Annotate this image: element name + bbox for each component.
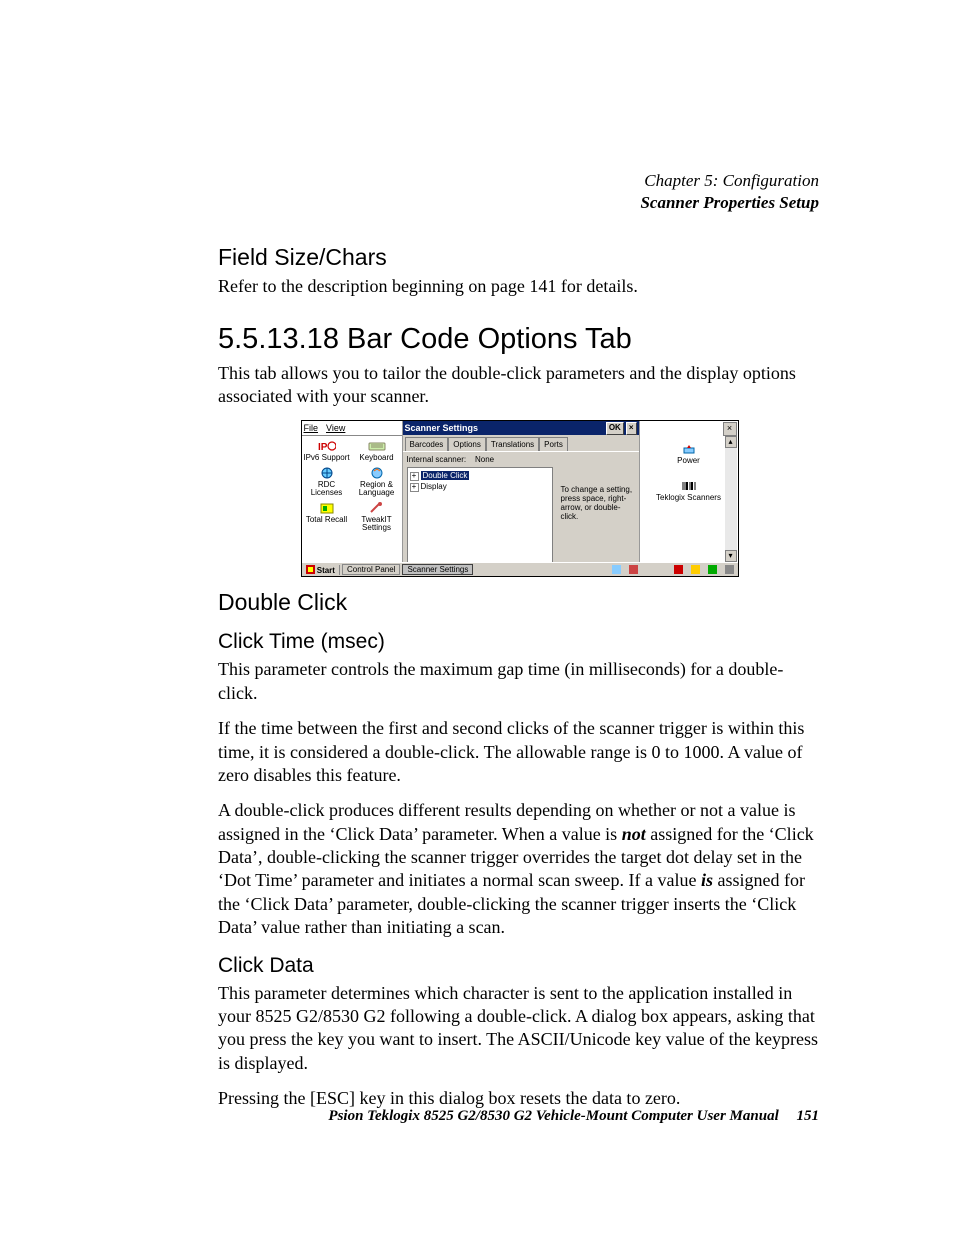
- keyboard-icon: [368, 439, 386, 453]
- region-icon: [368, 466, 386, 480]
- tree-expand-icon[interactable]: +: [410, 472, 419, 481]
- cp-icon-rdc-label: RDC Licenses: [302, 481, 352, 497]
- tray-icon[interactable]: [674, 565, 683, 574]
- internal-scanner-value: None: [475, 455, 494, 464]
- dialog-title: Scanner Settings: [405, 423, 479, 433]
- scroll-down-icon[interactable]: ▾: [725, 550, 737, 562]
- heading-field-size: Field Size/Chars: [218, 244, 819, 271]
- internal-scanner-row: Internal scanner: None: [407, 455, 635, 464]
- network-icon: IP: [318, 439, 336, 453]
- cp-icon-keyboard[interactable]: Keyboard: [352, 438, 402, 465]
- internal-scanner-label: Internal scanner:: [407, 455, 467, 464]
- task-control-panel[interactable]: Control Panel: [342, 564, 400, 575]
- menu-view[interactable]: View: [326, 423, 345, 433]
- tools-icon: [368, 501, 386, 515]
- tray-icon[interactable]: [612, 565, 621, 574]
- close-button[interactable]: ×: [626, 422, 637, 435]
- para-barcode-options: This tab allows you to tailor the double…: [218, 362, 819, 409]
- task-scanner-settings[interactable]: Scanner Settings: [402, 564, 473, 575]
- heading-click-time: Click Time (msec): [218, 630, 819, 654]
- header-section: Scanner Properties Setup: [218, 192, 819, 214]
- control-panel-right: × ▴ ▾ Power Teklogix Scanners: [640, 421, 738, 563]
- cp-icon-region[interactable]: Region & Language: [352, 465, 402, 500]
- tab-options[interactable]: Options: [448, 437, 486, 452]
- options-tree[interactable]: +Double Click +Display: [407, 467, 553, 565]
- footer-manual-title: Psion Teklogix 8525 G2/8530 G2 Vehicle-M…: [328, 1108, 778, 1124]
- dialog-titlebar: Scanner Settings OK ×: [403, 421, 639, 435]
- tree-label-double-click: Double Click: [421, 471, 470, 480]
- heading-click-data: Click Data: [218, 954, 819, 978]
- para-click-time-1: This parameter controls the maximum gap …: [218, 658, 819, 705]
- control-panel-menubar: File View: [302, 421, 402, 436]
- svg-text:IP: IP: [318, 442, 328, 453]
- scrollbar[interactable]: ▴ ▾: [725, 436, 737, 562]
- footer-page-number: 151: [797, 1108, 820, 1124]
- barcode-icon: [680, 479, 698, 493]
- cp-icon-scanners[interactable]: Teklogix Scanners: [640, 478, 738, 505]
- cp-icon-scanners-label: Teklogix Scanners: [640, 494, 738, 502]
- cp-icon-rdc[interactable]: RDC Licenses: [302, 465, 352, 500]
- header-chapter: Chapter 5: Configuration: [218, 170, 819, 192]
- cp-icon-totalrecall[interactable]: Total Recall: [302, 500, 352, 535]
- cp-icon-power[interactable]: Power: [640, 441, 738, 468]
- tree-item-double-click[interactable]: +Double Click: [410, 470, 550, 481]
- para-click-data-1: This parameter determines which characte…: [218, 982, 819, 1076]
- page-header: Chapter 5: Configuration Scanner Propert…: [218, 170, 819, 214]
- heading-barcode-options: 5.5.13.18 Bar Code Options Tab: [218, 323, 819, 356]
- page-footer: Psion Teklogix 8525 G2/8530 G2 Vehicle-M…: [328, 1108, 819, 1125]
- globe-icon: [318, 466, 336, 480]
- cp-icon-tweakit[interactable]: TweakIT Settings: [352, 500, 402, 535]
- cp-icon-power-label: Power: [640, 457, 738, 465]
- heading-double-click: Double Click: [218, 589, 819, 616]
- cp-icon-ipv6[interactable]: IP IPv6 Support: [302, 438, 352, 465]
- cp-icon-keyboard-label: Keyboard: [352, 454, 402, 462]
- screenshot-figure: File View IP IPv6 Support Keyboard RDC L…: [301, 420, 737, 577]
- cp-icon-ipv6-label: IPv6 Support: [302, 454, 352, 462]
- scanner-settings-dialog: Scanner Settings OK × Barcodes Options T…: [403, 421, 640, 563]
- cp-icon-totalrecall-label: Total Recall: [302, 516, 352, 524]
- recall-icon: [318, 501, 336, 515]
- control-panel-left: File View IP IPv6 Support Keyboard RDC L…: [302, 421, 403, 563]
- cp-icon-region-label: Region & Language: [352, 481, 402, 497]
- para-field-size: Refer to the description beginning on pa…: [218, 275, 819, 298]
- tab-ports[interactable]: Ports: [539, 437, 568, 451]
- start-button[interactable]: Start: [302, 565, 340, 575]
- tree-expand-icon[interactable]: +: [410, 483, 419, 492]
- cp-icon-tweakit-label: TweakIT Settings: [352, 516, 402, 532]
- close-icon[interactable]: ×: [723, 422, 737, 436]
- taskbar: Start Control Panel Scanner Settings: [302, 562, 738, 576]
- tab-barcodes[interactable]: Barcodes: [405, 437, 449, 451]
- tree-label-display: Display: [421, 482, 447, 491]
- para-click-time-2: If the time between the first and second…: [218, 717, 819, 787]
- tab-translations[interactable]: Translations: [486, 437, 539, 451]
- dialog-tabs: Barcodes Options Translations Ports: [403, 435, 639, 451]
- tray-icon[interactable]: [629, 565, 638, 574]
- tray-icon[interactable]: [691, 565, 700, 574]
- power-icon: [680, 442, 698, 456]
- scroll-up-icon[interactable]: ▴: [725, 436, 737, 448]
- start-label: Start: [317, 566, 335, 575]
- ok-button[interactable]: OK: [606, 422, 624, 435]
- tray-icon[interactable]: [725, 565, 734, 574]
- tray-icon[interactable]: [708, 565, 717, 574]
- menu-file[interactable]: File: [304, 423, 319, 433]
- dialog-hint-text: To change a setting, press space, right-…: [561, 486, 635, 521]
- para-click-time-3: A double-click produces different result…: [218, 799, 819, 939]
- tree-item-display[interactable]: +Display: [410, 481, 550, 492]
- start-icon: [306, 565, 315, 574]
- system-tray: [612, 565, 738, 574]
